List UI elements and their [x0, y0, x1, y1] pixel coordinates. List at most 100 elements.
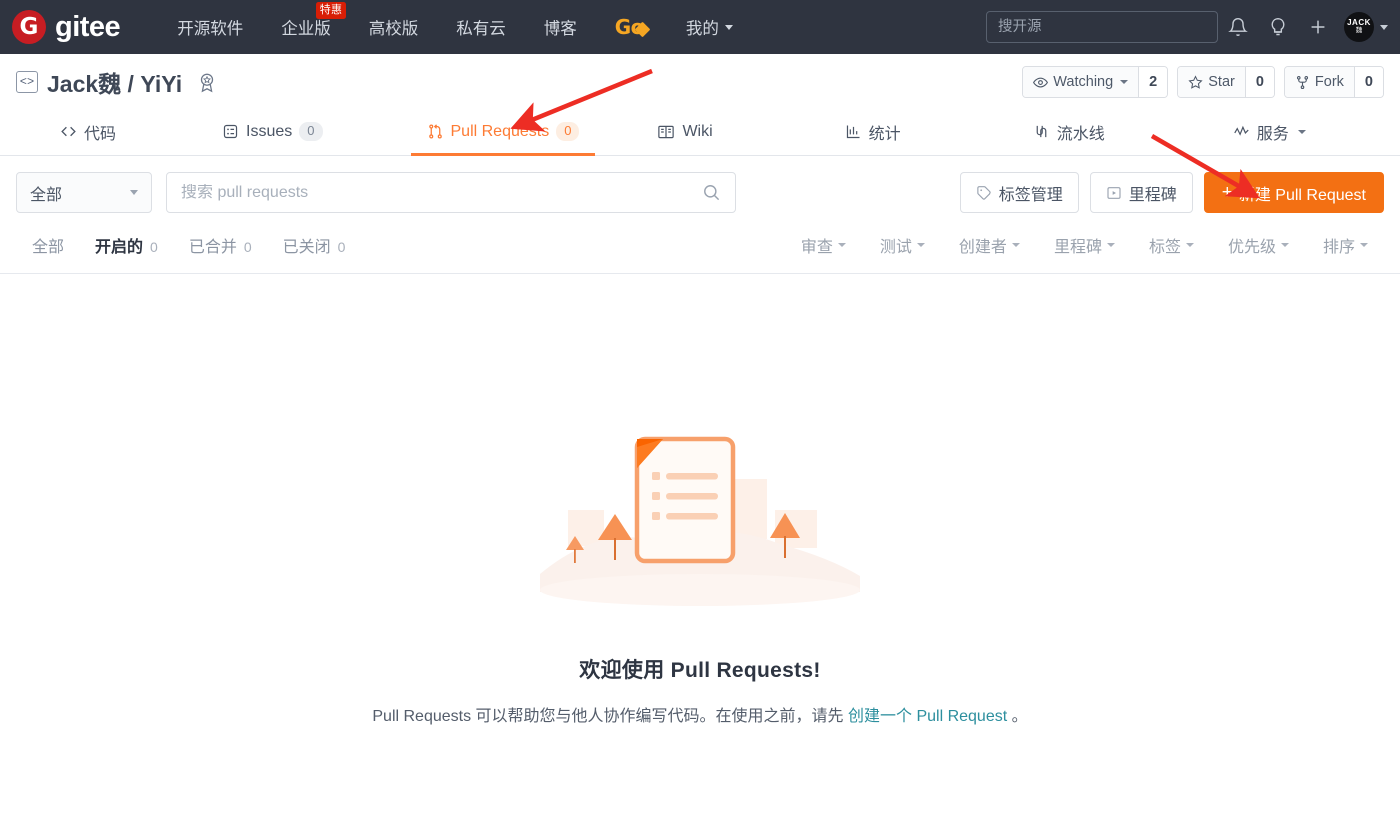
- milestone-icon: [1106, 185, 1122, 201]
- nav-label: 高校版: [369, 15, 419, 39]
- new-pull-request-button[interactable]: + 新建 Pull Request: [1204, 172, 1384, 213]
- page-title[interactable]: Jack魏 / YiYi: [47, 65, 182, 99]
- scope-select[interactable]: 全部: [16, 172, 152, 213]
- notifications-button[interactable]: [1218, 0, 1258, 54]
- tag-management-label: 标签管理: [999, 181, 1063, 205]
- pipeline-icon: [1033, 123, 1050, 140]
- gitee-logo-text: gitee: [55, 11, 120, 44]
- pull-request-icon: [427, 123, 444, 140]
- nav-label: 企业版: [281, 15, 331, 39]
- filter-label: 审查: [801, 233, 833, 257]
- tab-pipeline[interactable]: 流水线: [1017, 110, 1121, 156]
- empty-desc-before: Pull Requests 可以帮助您与他人协作编写代码。在使用之前，请先: [372, 708, 848, 725]
- global-search-input[interactable]: [986, 11, 1218, 43]
- breadcrumb: <> Jack魏 / YiYi: [16, 65, 218, 99]
- star-count[interactable]: 0: [1245, 67, 1274, 97]
- repository-header: <> Jack魏 / YiYi Watching 2: [0, 54, 1400, 110]
- nav-label: 开源软件: [177, 15, 243, 39]
- status-filter-merged[interactable]: 已合并 0: [189, 233, 252, 257]
- tab-code[interactable]: 代码: [44, 110, 132, 156]
- tab-count-badge: 0: [299, 122, 322, 141]
- tag-icon: [976, 185, 992, 201]
- watch-count[interactable]: 2: [1138, 67, 1167, 97]
- fork-button-group[interactable]: Fork 0: [1284, 66, 1384, 98]
- chevron-down-icon: [1186, 243, 1194, 247]
- nav-item-university[interactable]: 高校版: [350, 0, 438, 54]
- code-icon: [60, 123, 77, 140]
- status-filter-open[interactable]: 开启的 0: [95, 233, 158, 257]
- status-filter-closed[interactable]: 已关闭 0: [283, 233, 346, 257]
- search-input[interactable]: [181, 184, 702, 202]
- create-pull-request-link[interactable]: 创建一个 Pull Request: [848, 708, 1007, 725]
- watch-button-group[interactable]: Watching 2: [1022, 66, 1168, 98]
- filter-milestone[interactable]: 里程碑: [1054, 233, 1115, 257]
- fork-icon: [1295, 75, 1310, 90]
- filter-review[interactable]: 审查: [801, 233, 846, 257]
- tab-label: Wiki: [682, 123, 712, 141]
- chevron-down-icon: [1380, 25, 1388, 30]
- tab-issues[interactable]: Issues 0: [206, 110, 338, 156]
- tab-pull-requests[interactable]: Pull Requests 0: [411, 110, 596, 156]
- milestone-button[interactable]: 里程碑: [1090, 172, 1193, 213]
- chevron-down-icon: [917, 243, 925, 247]
- status-count: 0: [244, 239, 252, 255]
- fork-button[interactable]: Fork: [1285, 67, 1354, 97]
- tab-label: 服务: [1257, 120, 1289, 144]
- tag-management-button[interactable]: 标签管理: [960, 172, 1079, 213]
- award-icon: [196, 71, 218, 93]
- star-button-group[interactable]: Star 0: [1177, 66, 1275, 98]
- empty-state-description: Pull Requests 可以帮助您与他人协作编写代码。在使用之前，请先 创建…: [372, 702, 1027, 726]
- top-navigation-bar: G gitee 开源软件 特惠 企业版 高校版 私有云 博客 Go 我的: [0, 0, 1400, 54]
- filter-test[interactable]: 测试: [880, 233, 925, 257]
- bell-icon: [1228, 17, 1248, 37]
- pr-toolbar: 全部 标签管理 里程碑 + 新建 Pull Request: [0, 156, 1400, 227]
- watch-label: Watching: [1053, 74, 1113, 90]
- tab-label: Issues: [246, 123, 292, 141]
- eye-icon: [1033, 75, 1048, 90]
- tab-wiki[interactable]: Wiki: [641, 110, 728, 156]
- filter-tag[interactable]: 标签: [1149, 233, 1194, 257]
- gitee-logo[interactable]: G gitee: [12, 10, 120, 44]
- repository-actions: Watching 2 Star 0 Fork 0: [1022, 66, 1384, 98]
- search-icon[interactable]: [702, 183, 721, 202]
- filter-label: 里程碑: [1054, 233, 1102, 257]
- repo-code-icon: <>: [16, 71, 38, 93]
- create-new-button[interactable]: [1298, 0, 1338, 54]
- new-pr-label: 新建 Pull Request: [1239, 181, 1366, 205]
- filter-priority[interactable]: 优先级: [1228, 233, 1289, 257]
- nav-item-enterprise[interactable]: 特惠 企业版: [262, 0, 350, 54]
- nav-item-opensource[interactable]: 开源软件: [158, 0, 262, 54]
- tab-label: 代码: [84, 120, 116, 144]
- pr-empty-state: 欢迎使用 Pull Requests! Pull Requests 可以帮助您与…: [0, 274, 1400, 726]
- tab-label: Pull Requests: [451, 123, 550, 141]
- status-filter-all[interactable]: 全部: [32, 233, 64, 257]
- nav-item-mine[interactable]: 我的: [667, 0, 752, 54]
- filter-label: 排序: [1323, 233, 1355, 257]
- nav-item-privatecloud[interactable]: 私有云: [437, 0, 525, 54]
- fork-label: Fork: [1315, 74, 1344, 90]
- filter-label: 标签: [1149, 233, 1181, 257]
- watch-button[interactable]: Watching: [1023, 67, 1138, 97]
- chevron-down-icon: [130, 190, 138, 195]
- fork-count[interactable]: 0: [1354, 67, 1383, 97]
- empty-state-illustration: [530, 424, 870, 624]
- star-button[interactable]: Star: [1178, 67, 1245, 97]
- tab-statistics[interactable]: 统计: [829, 110, 917, 156]
- nav-item-go[interactable]: Go: [596, 0, 667, 54]
- filter-sort[interactable]: 排序: [1323, 233, 1368, 257]
- chevron-down-icon: [1360, 243, 1368, 247]
- chevron-down-icon: [1120, 80, 1128, 84]
- user-menu[interactable]: JACK 魏: [1344, 12, 1388, 42]
- filter-creator[interactable]: 创建者: [959, 233, 1020, 257]
- nav-right-section: JACK 魏: [986, 0, 1388, 54]
- issues-icon: [222, 123, 239, 140]
- tab-count-badge: 0: [556, 122, 579, 141]
- pr-search-box[interactable]: [166, 172, 736, 213]
- scope-select-value: 全部: [30, 181, 62, 205]
- chevron-down-icon: [1107, 243, 1115, 247]
- promo-badge: 特惠: [316, 2, 345, 19]
- suggestions-button[interactable]: [1258, 0, 1298, 54]
- status-count: 0: [150, 239, 158, 255]
- tab-services[interactable]: 服务: [1217, 110, 1322, 156]
- nav-item-blog[interactable]: 博客: [525, 0, 596, 54]
